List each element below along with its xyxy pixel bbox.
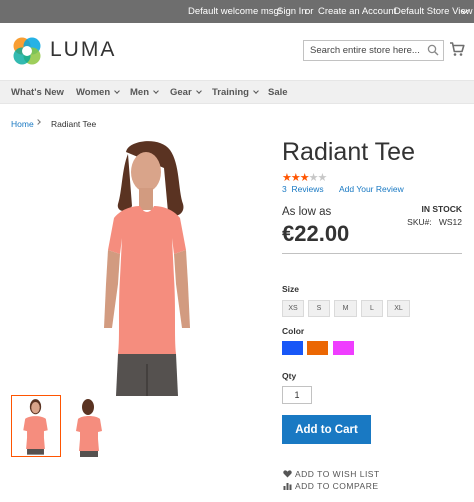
size-option-s[interactable]: S	[308, 300, 330, 317]
nav-item-men[interactable]: Men	[130, 87, 159, 98]
product-sku: SKU#: WS12	[407, 217, 462, 227]
product-thumbnail[interactable]	[66, 395, 116, 457]
qty-input[interactable]	[282, 386, 312, 404]
stock-status: IN STOCK	[421, 204, 462, 214]
color-swatch-blue[interactable]	[282, 341, 303, 355]
star-icon: ★	[290, 172, 301, 184]
nav-item-women[interactable]: Women	[76, 87, 120, 98]
sign-in-link[interactable]: Sign In	[277, 6, 307, 17]
product-price: €22.00	[282, 221, 350, 246]
size-option-xl[interactable]: XL	[387, 300, 410, 317]
chevron-down-icon	[253, 88, 259, 94]
color-swatch-orange[interactable]	[307, 341, 328, 355]
breadcrumb-current: Radiant Tee	[51, 119, 97, 129]
search-icon[interactable]	[427, 44, 439, 56]
create-account-link[interactable]: Create an Account	[318, 6, 396, 17]
store-view-switcher[interactable]: Default Store View	[394, 6, 473, 17]
chevron-right-icon	[35, 119, 41, 125]
chevron-down-icon	[153, 88, 159, 94]
divider	[282, 253, 462, 254]
color-label: Color	[282, 326, 305, 336]
nav-item-gear[interactable]: Gear	[170, 87, 202, 98]
rating-stars: ★★★★★	[282, 171, 328, 184]
size-option-xs[interactable]: XS	[282, 300, 304, 317]
product-title: Radiant Tee	[282, 138, 415, 166]
breadcrumb-home[interactable]: Home	[11, 119, 34, 129]
add-to-wishlist-link[interactable]: ADD TO WISH LIST	[283, 469, 380, 479]
compare-icon	[283, 483, 292, 490]
price-label: As low as	[282, 206, 332, 218]
product-thumbnail[interactable]	[11, 395, 61, 457]
welcome-message: Default welcome msg!	[188, 6, 282, 17]
product-thumbnail-image	[23, 399, 48, 455]
or-text: or	[305, 6, 314, 17]
add-to-compare-link[interactable]: ADD TO COMPARE	[283, 481, 379, 491]
size-option-m[interactable]: M	[334, 300, 357, 317]
heart-icon	[283, 470, 292, 478]
size-option-l[interactable]: L	[361, 300, 383, 317]
product-main-image[interactable]	[88, 138, 206, 396]
size-label: Size	[282, 284, 300, 294]
nav-item-sale[interactable]: Sale	[268, 87, 288, 98]
add-to-cart-button[interactable]: Add to Cart	[282, 415, 371, 444]
cart-icon[interactable]	[449, 41, 465, 57]
product-thumbnail-back-image	[76, 399, 102, 457]
nav-item-whats-new[interactable]: What's New	[11, 87, 64, 98]
main-nav: What's New Women Men Gear Training Sale	[0, 80, 474, 104]
reviews-link[interactable]: 3 Reviews	[282, 184, 324, 194]
star-icon: ★	[299, 172, 310, 184]
qty-label: Qty	[282, 371, 297, 381]
star-icon: ★	[317, 172, 328, 184]
top-bar: Default welcome msg! Sign In or Create a…	[0, 0, 474, 23]
search-input[interactable]	[303, 40, 444, 61]
luma-logo-icon[interactable]	[10, 34, 44, 68]
nav-item-training[interactable]: Training	[212, 87, 259, 98]
star-icon: ★	[308, 172, 319, 184]
color-swatch-purple[interactable]	[333, 341, 354, 355]
chevron-down-icon	[114, 88, 120, 94]
logo-text[interactable]: LUMA	[50, 38, 116, 62]
star-icon: ★	[282, 172, 292, 184]
chevron-down-icon	[195, 88, 202, 94]
add-review-link[interactable]: Add Your Review	[339, 184, 404, 194]
